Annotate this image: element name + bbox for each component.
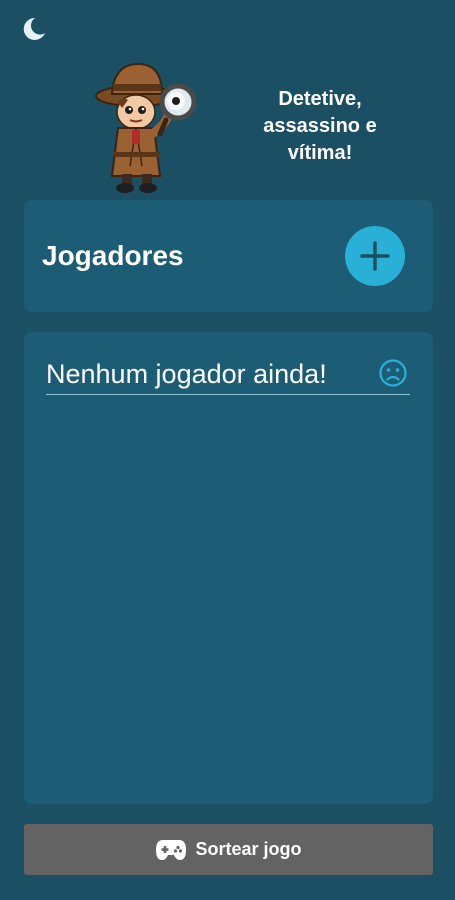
plus-icon [360,241,390,271]
tagline-line-2: assassino e [263,115,377,137]
empty-players-message: Nenhum jogador ainda! [46,359,327,389]
draw-game-label: Sortear jogo [195,839,302,859]
empty-players-row: Nenhum jogador ainda! [46,354,410,395]
sad-face-icon [379,359,407,387]
moon-icon [23,17,45,40]
gamepad-icon [156,839,187,860]
tagline-line-3: vítima! [287,142,353,164]
draw-game-button[interactable]: Sortear jogo [24,824,433,875]
app-tagline: Detetive, assassino e vítima! [248,86,392,167]
tagline-line-1: Detetive, [278,88,362,110]
detective-illustration [92,56,204,196]
players-title: Jogadores [42,240,184,271]
players-list: Nenhum jogador ainda! [24,332,433,804]
players-header-card: Jogadores [24,200,433,312]
add-player-button[interactable] [345,226,405,286]
theme-toggle-button[interactable] [16,12,48,44]
